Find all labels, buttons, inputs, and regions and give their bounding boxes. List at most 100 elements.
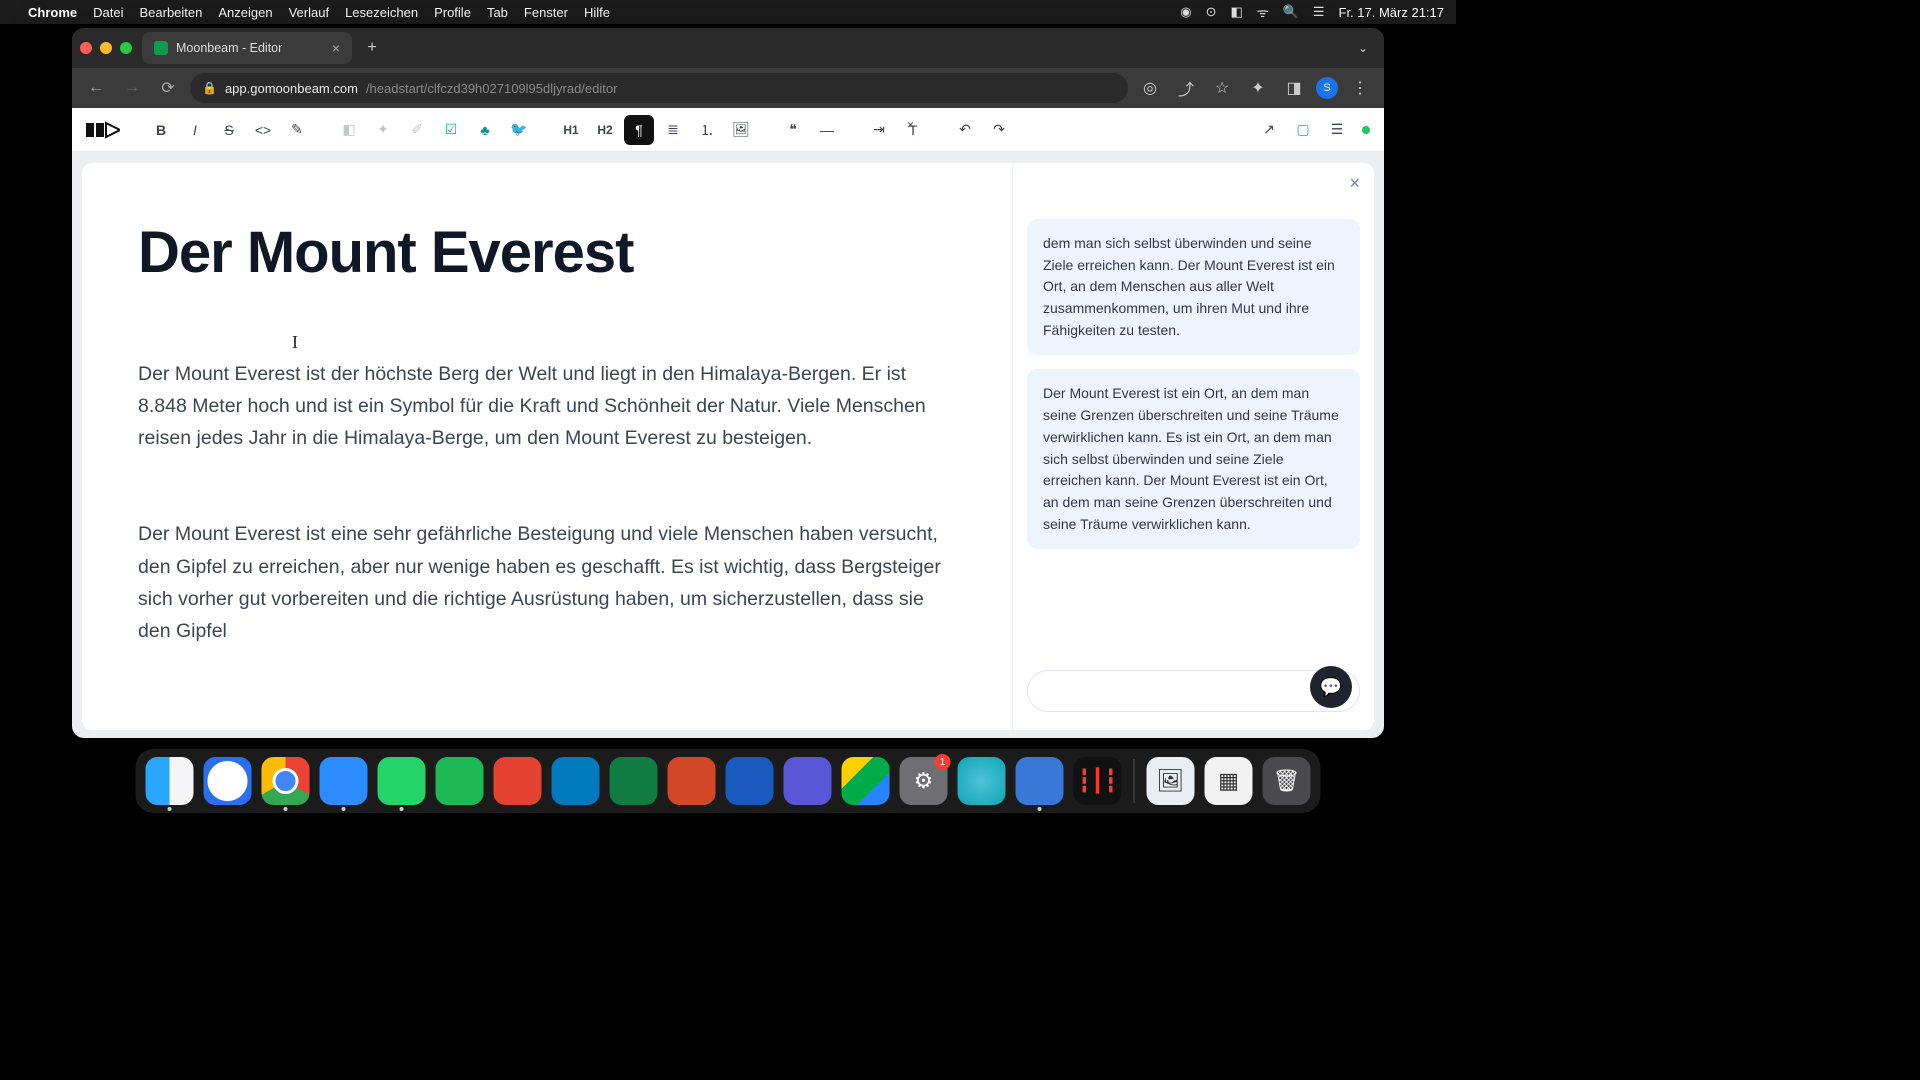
dock-finder-icon[interactable]: [146, 757, 194, 805]
heading2-button[interactable]: H2: [590, 115, 620, 145]
outline-icon[interactable]: ☰: [1322, 115, 1352, 145]
paragraph-button[interactable]: ¶: [624, 115, 654, 145]
tabs-overflow-button[interactable]: ⌄: [1350, 41, 1376, 55]
dock-word-icon[interactable]: [726, 757, 774, 805]
chat-input[interactable]: [1044, 683, 1323, 699]
share-icon[interactable]: ⤴: [1172, 74, 1200, 102]
flame-icon[interactable]: ♣: [470, 115, 500, 145]
dock-voicememo-icon[interactable]: ┇┃┇: [1074, 757, 1122, 805]
record-icon[interactable]: ◉: [1180, 4, 1191, 20]
paragraph-2[interactable]: Der Mount Everest ist eine sehr gefährli…: [138, 518, 956, 647]
clear-format-button[interactable]: T✕: [898, 115, 928, 145]
paragraph-1[interactable]: Der Mount Everest ist der höchste Berg d…: [138, 358, 956, 455]
google-lens-icon[interactable]: ◎: [1136, 74, 1164, 102]
ai-message[interactable]: Der Mount Everest ist ein Ort, an dem ma…: [1027, 369, 1360, 549]
help-fab-button[interactable]: 💬: [1310, 666, 1352, 708]
dock-trash-icon[interactable]: 🗑: [1263, 757, 1311, 805]
twitter-icon[interactable]: 🐦: [504, 115, 534, 145]
numbered-list-button[interactable]: ⒈: [692, 115, 722, 145]
profile-avatar[interactable]: S: [1316, 77, 1338, 99]
menu-profile[interactable]: Profile: [434, 5, 471, 20]
spotlight-icon[interactable]: 🔍: [1283, 4, 1299, 20]
redo-button[interactable]: ↷: [984, 115, 1014, 145]
dock-excel-icon[interactable]: [610, 757, 658, 805]
dock-spotify-icon[interactable]: [436, 757, 484, 805]
nav-forward-button[interactable]: →: [118, 74, 146, 102]
divider-button[interactable]: —: [812, 115, 842, 145]
dock-powerpoint-icon[interactable]: [668, 757, 716, 805]
dock-quicktime-icon[interactable]: [1016, 757, 1064, 805]
bookmark-star-icon[interactable]: ☆: [1208, 74, 1236, 102]
menu-bearbeiten[interactable]: Bearbeiten: [139, 5, 202, 20]
code-block-icon[interactable]: ▢: [1288, 115, 1318, 145]
dock-settings-icon[interactable]: ⚙1: [900, 757, 948, 805]
sparkle-icon[interactable]: ✦: [368, 115, 398, 145]
dock-imovie-icon[interactable]: [784, 757, 832, 805]
image-button[interactable]: 🖼: [726, 115, 756, 145]
tab-close-button[interactable]: ×: [332, 40, 340, 56]
indent-button[interactable]: ⇥: [864, 115, 894, 145]
menu-fenster[interactable]: Fenster: [524, 5, 568, 20]
dock-preview-icon[interactable]: 🖼: [1147, 757, 1195, 805]
battery-icon[interactable]: ◧: [1230, 4, 1242, 20]
open-external-icon[interactable]: ↗: [1254, 115, 1284, 145]
sidepanel-icon[interactable]: ◨: [1280, 74, 1308, 102]
heading1-button[interactable]: H1: [556, 115, 586, 145]
menu-anzeigen[interactable]: Anzeigen: [218, 5, 272, 20]
wifi-icon[interactable]: ᯤ: [1257, 3, 1269, 21]
window-zoom-button[interactable]: [120, 42, 132, 54]
playback-icon[interactable]: ⊙: [1206, 4, 1217, 20]
extensions-icon[interactable]: ✦: [1244, 74, 1272, 102]
dock-todoist-icon[interactable]: [494, 757, 542, 805]
check-square-icon[interactable]: ☑: [436, 115, 466, 145]
document-editor[interactable]: Der Mount Everest I Der Mount Everest is…: [82, 163, 1012, 730]
menu-datei[interactable]: Datei: [93, 5, 123, 20]
browser-tab-active[interactable]: Moonbeam - Editor ×: [142, 32, 352, 64]
dock-safari-icon[interactable]: [204, 757, 252, 805]
new-tab-button[interactable]: +: [358, 34, 386, 62]
editor-toolbar: B I S <> ✎ ◧ ✦ ✐ ☑ ♣ 🐦 H1 H2 ¶ ≣ ⒈ 🖼 ❝ —…: [72, 108, 1384, 152]
dock-chrome-icon[interactable]: [262, 757, 310, 805]
dock-zoom-icon[interactable]: [320, 757, 368, 805]
wand-icon[interactable]: ✐: [402, 115, 432, 145]
bold-button[interactable]: B: [146, 115, 176, 145]
ai-side-panel: × dem man sich selbst überwinden und sei…: [1012, 163, 1374, 730]
window-close-button[interactable]: [80, 42, 92, 54]
close-panel-button[interactable]: ×: [1349, 173, 1360, 194]
undo-button[interactable]: ↶: [950, 115, 980, 145]
menubar-clock[interactable]: Fr. 17. März 21:17: [1339, 5, 1445, 20]
macos-menubar: Chrome Datei Bearbeiten Anzeigen Verlauf…: [0, 0, 1456, 24]
control-center-icon[interactable]: ☰: [1313, 4, 1325, 20]
url-path: /headstart/clfczd39h027109l95dljyrad/edi…: [366, 81, 618, 96]
menu-tab[interactable]: Tab: [487, 5, 508, 20]
bullet-list-button[interactable]: ≣: [658, 115, 688, 145]
quote-button[interactable]: ❝: [778, 115, 808, 145]
message-list: dem man sich selbst überwinden und seine…: [1027, 179, 1360, 662]
ai-left-icon[interactable]: ◧: [334, 115, 364, 145]
app-logo-icon[interactable]: [86, 119, 122, 141]
nav-reload-button[interactable]: ⟳: [154, 74, 182, 102]
document-title[interactable]: Der Mount Everest: [138, 223, 956, 284]
tab-favicon-icon: [154, 41, 168, 55]
code-button[interactable]: <>: [248, 115, 278, 145]
tab-title: Moonbeam - Editor: [176, 41, 282, 55]
menu-hilfe[interactable]: Hilfe: [584, 5, 610, 20]
dock-whatsapp-icon[interactable]: [378, 757, 426, 805]
strikethrough-button[interactable]: S: [214, 115, 244, 145]
menu-verlauf[interactable]: Verlauf: [289, 5, 329, 20]
window-minimize-button[interactable]: [100, 42, 112, 54]
menu-lesezeichen[interactable]: Lesezeichen: [345, 5, 418, 20]
nav-back-button[interactable]: ←: [82, 74, 110, 102]
window-traffic-lights: [80, 42, 132, 54]
highlight-button[interactable]: ✎: [282, 115, 312, 145]
menu-app-name[interactable]: Chrome: [28, 5, 77, 20]
address-bar[interactable]: 🔒 app.gomoonbeam.com/headstart/clfczd39h…: [190, 73, 1128, 103]
italic-button[interactable]: I: [180, 115, 210, 145]
dock-trello-icon[interactable]: [552, 757, 600, 805]
ai-message[interactable]: dem man sich selbst überwinden und seine…: [1027, 219, 1360, 355]
kebab-menu-icon[interactable]: ⋮: [1346, 74, 1374, 102]
app-viewport: B I S <> ✎ ◧ ✦ ✐ ☑ ♣ 🐦 H1 H2 ¶ ≣ ⒈ 🖼 ❝ —…: [72, 108, 1384, 738]
dock-screenshot-icon[interactable]: ▦: [1205, 757, 1253, 805]
dock-drive-icon[interactable]: [842, 757, 890, 805]
dock-app-teal-icon[interactable]: [958, 757, 1006, 805]
